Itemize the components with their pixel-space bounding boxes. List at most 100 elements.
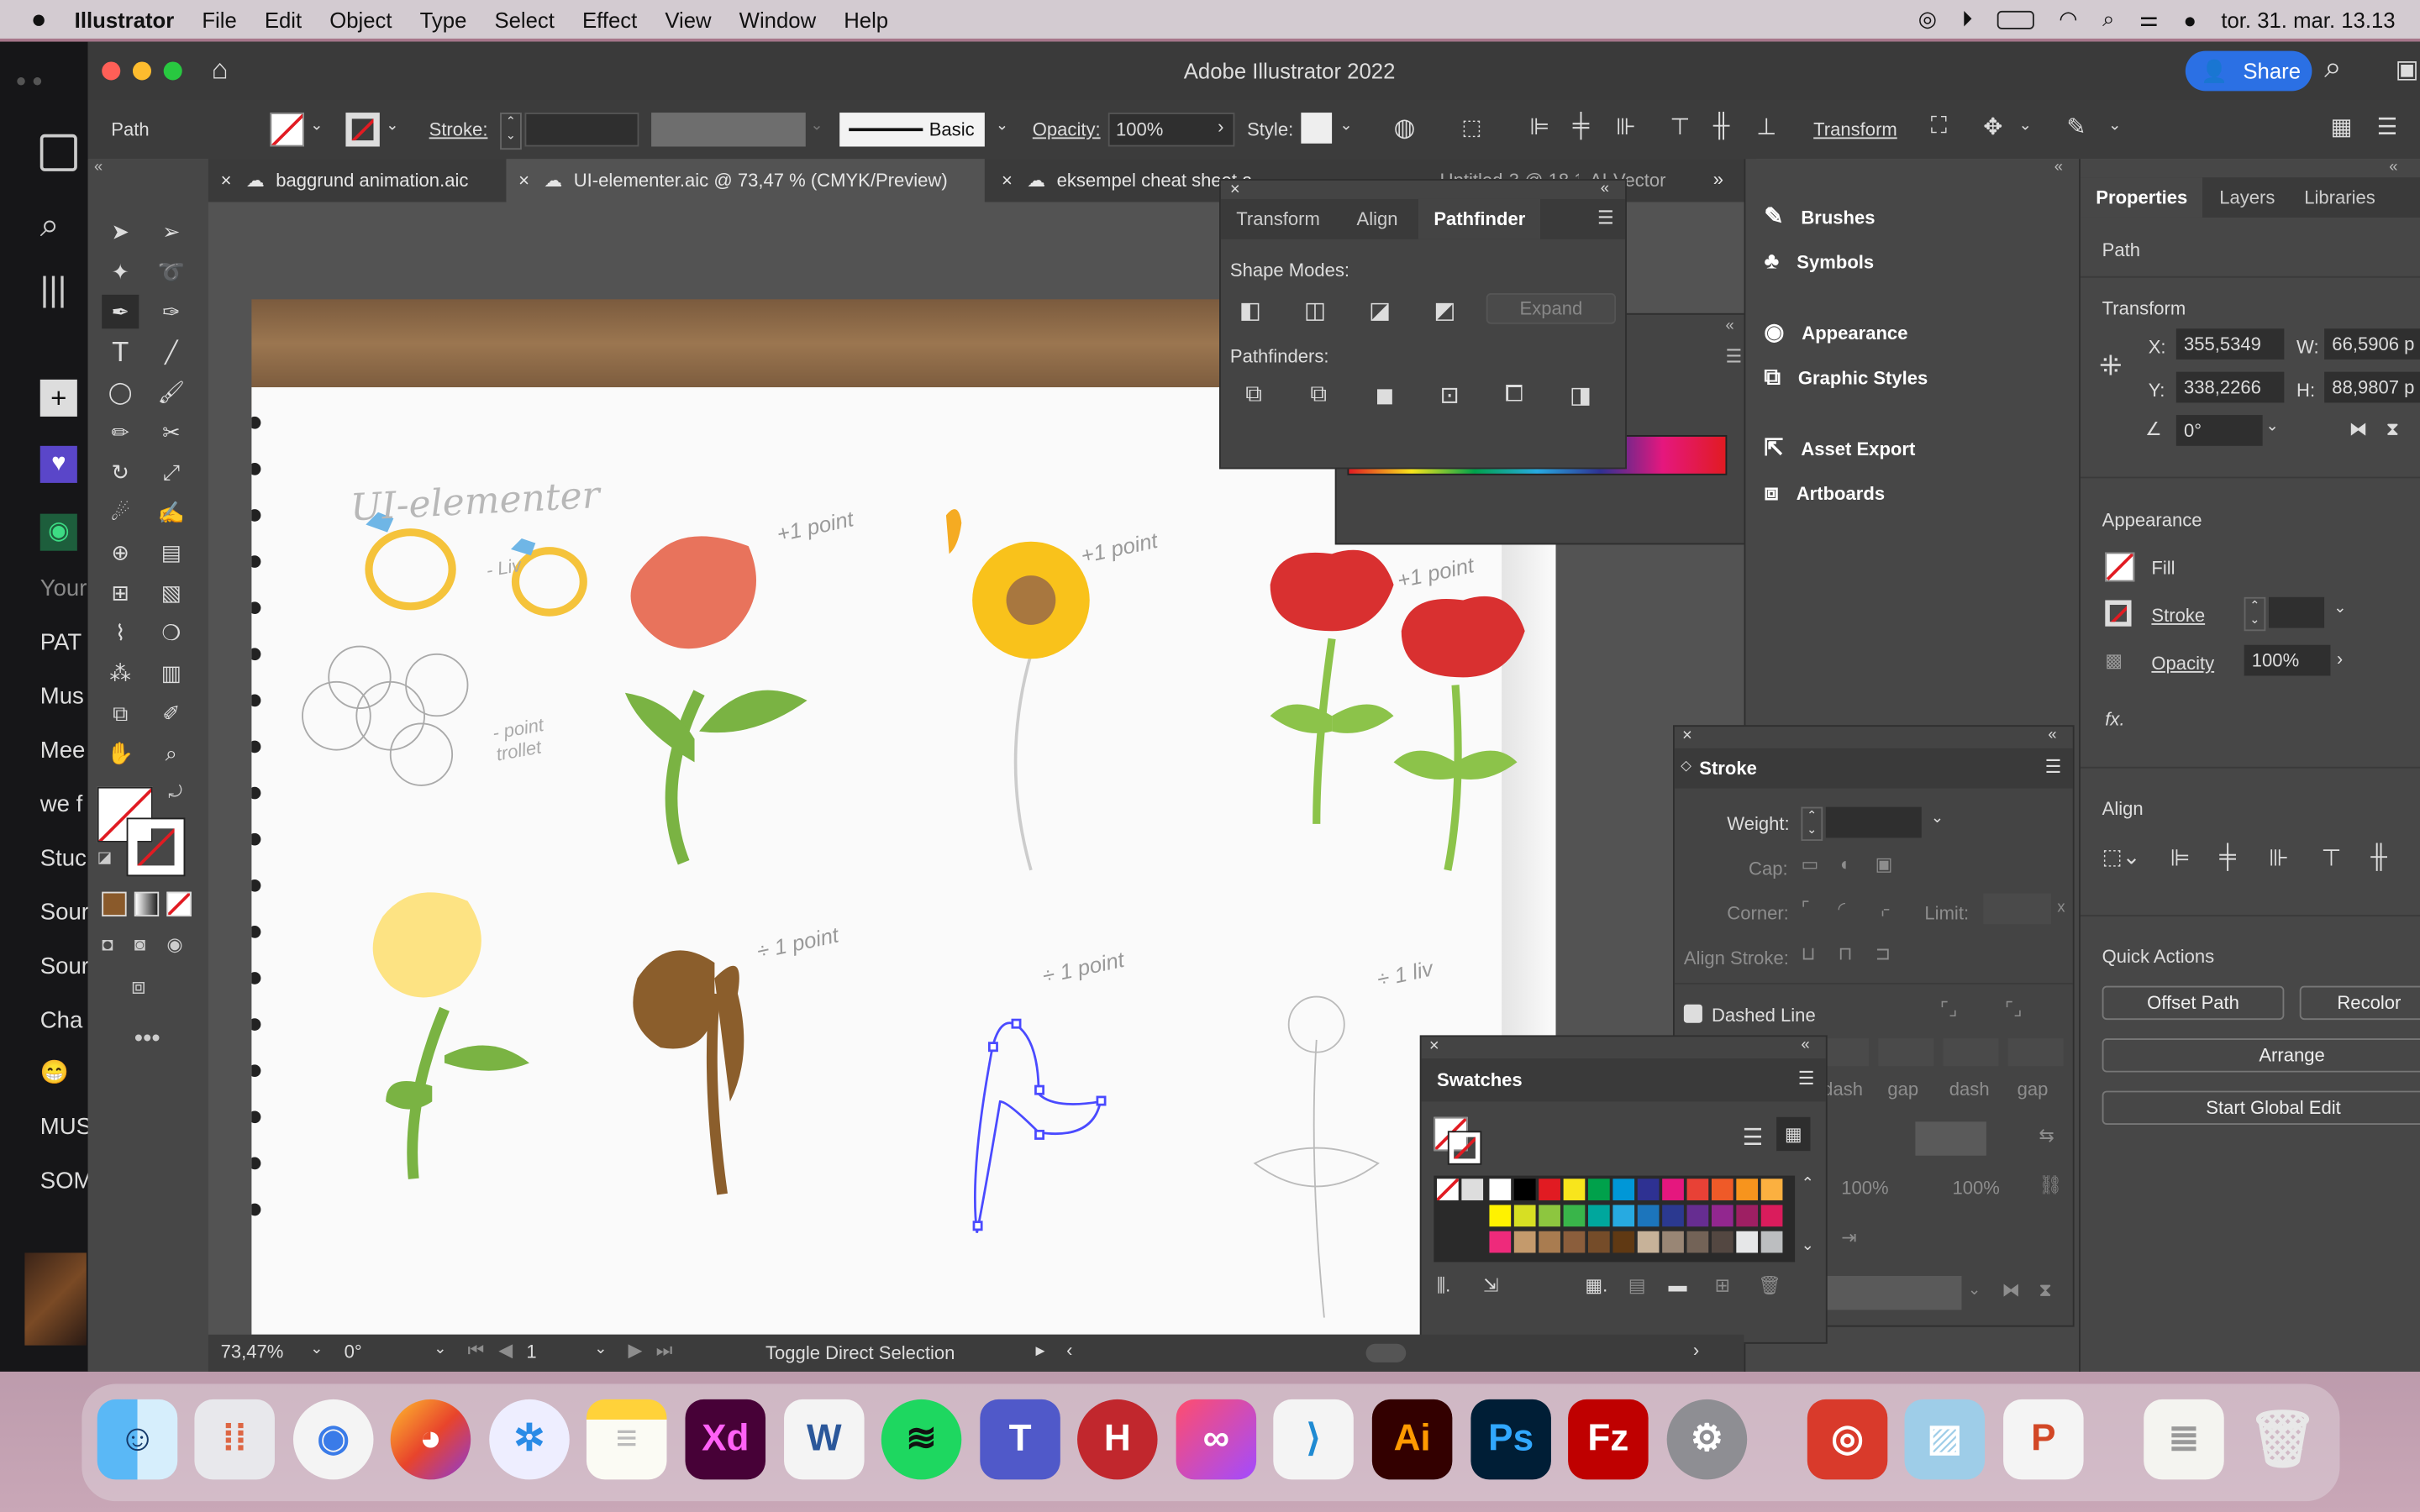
corner-bevel-icon[interactable]: ⌌ bbox=[1876, 898, 1891, 920]
dock-photo-booth-icon[interactable]: ◎ bbox=[1807, 1399, 1888, 1480]
color-swatch[interactable] bbox=[1539, 1179, 1560, 1200]
menu-view[interactable]: View bbox=[665, 7, 711, 31]
curvature-tool-icon[interactable]: ✑ bbox=[153, 295, 190, 328]
menu-window[interactable]: Window bbox=[739, 7, 816, 31]
color-swatch[interactable] bbox=[1563, 1231, 1586, 1253]
ellipse-tool-icon[interactable]: ◯ bbox=[102, 375, 139, 408]
color-swatch[interactable] bbox=[1711, 1179, 1733, 1200]
align-bottom-icon[interactable]: ⊥ bbox=[1756, 113, 1776, 140]
panel-symbols[interactable]: ♣ Symbols bbox=[1764, 249, 1874, 275]
color-swatch[interactable] bbox=[1489, 1205, 1512, 1227]
gradient-mode-icon[interactable] bbox=[134, 891, 160, 917]
panel-menu-icon[interactable]: ☰ bbox=[2045, 756, 2062, 778]
menubar-clock[interactable]: tor. 31. mar. 13.13 bbox=[2221, 7, 2395, 31]
dock-vscode-icon[interactable]: ⟩ bbox=[1273, 1399, 1354, 1480]
panel-brushes[interactable]: ✎ Brushes bbox=[1764, 202, 1875, 229]
prev-artboard-icon[interactable]: ◀ bbox=[498, 1339, 513, 1361]
tab-pathfinder[interactable]: Pathfinder bbox=[1418, 198, 1541, 239]
blend-tool-icon[interactable]: ❍ bbox=[153, 616, 190, 649]
share-button[interactable]: 👤 Share bbox=[2185, 50, 2312, 92]
dock-filezilla-icon[interactable]: Fz bbox=[1568, 1399, 1649, 1480]
align-to-icon[interactable]: ⬚⌄ bbox=[2102, 844, 2141, 870]
fill-swatch[interactable] bbox=[270, 113, 304, 147]
tab-libraries[interactable]: Libraries bbox=[2304, 177, 2375, 218]
pen-tool-icon[interactable]: ✒ bbox=[102, 294, 139, 329]
color-swatch[interactable] bbox=[1563, 1179, 1586, 1200]
battery-icon[interactable] bbox=[1996, 9, 2034, 29]
stroke-label[interactable]: Stroke: bbox=[429, 118, 488, 140]
list-item[interactable]: MUS bbox=[40, 1114, 92, 1140]
expand-options-icon[interactable]: ◇ bbox=[1681, 758, 1691, 774]
angle-chevron-icon[interactable]: ⌄ bbox=[2265, 418, 2278, 435]
color-swatch[interactable] bbox=[1539, 1231, 1560, 1253]
color-swatch[interactable] bbox=[1662, 1205, 1684, 1227]
swatch-scroll-up-icon[interactable]: ⌃ bbox=[1801, 1176, 1813, 1193]
creative-cloud-status-icon[interactable]: ◎ bbox=[1918, 6, 1937, 32]
dock-chrome-icon[interactable]: ◉ bbox=[292, 1399, 374, 1480]
color-swatch[interactable] bbox=[1489, 1179, 1512, 1200]
collapse-dock-icon[interactable]: « bbox=[2054, 159, 2063, 176]
isolate-icon[interactable]: ⛶ bbox=[1931, 113, 1947, 139]
list-item[interactable]: PAT bbox=[40, 629, 82, 655]
list-item[interactable]: 😁 bbox=[40, 1058, 69, 1086]
magic-wand-tool-icon[interactable]: ✦ bbox=[102, 255, 139, 288]
stroke-weight-field[interactable] bbox=[2269, 596, 2325, 628]
dock-finder-icon[interactable]: ☺ bbox=[97, 1399, 178, 1480]
add-icon[interactable]: + bbox=[39, 379, 77, 417]
color-swatch[interactable] bbox=[1612, 1179, 1635, 1200]
artboard-number-field[interactable]: 1 bbox=[526, 1341, 587, 1362]
none-swatch[interactable] bbox=[1437, 1179, 1459, 1200]
opacity-label[interactable]: Opacity bbox=[2151, 653, 2214, 675]
panel-menu-icon[interactable]: ☰ bbox=[1597, 207, 1614, 228]
hand-tool-icon[interactable]: ✋ bbox=[102, 736, 139, 769]
puppet-warp-icon[interactable]: ✥ bbox=[1983, 113, 2002, 140]
flip-across-icon[interactable]: ⧗ bbox=[2039, 1279, 2051, 1303]
zoom-field[interactable]: 73,47% bbox=[221, 1341, 311, 1365]
color-swatch[interactable] bbox=[1736, 1179, 1759, 1200]
variable-width-chevron-icon[interactable]: ⌄ bbox=[810, 118, 823, 134]
new-swatch-icon[interactable]: ⊞ bbox=[1715, 1274, 1730, 1296]
variable-width-dropdown[interactable] bbox=[651, 113, 806, 147]
list-view-icon[interactable]: ☰ bbox=[1743, 1123, 1764, 1151]
none-mode-icon[interactable] bbox=[166, 891, 192, 917]
brush-definition-dropdown[interactable]: Basic bbox=[839, 113, 985, 147]
align-center-stroke-icon[interactable]: ⊔ bbox=[1801, 942, 1815, 964]
expand-button[interactable]: Expand bbox=[1486, 292, 1617, 324]
corner-round-icon[interactable]: ◜ bbox=[1839, 898, 1846, 920]
workspace-switcher-icon[interactable]: ▣ bbox=[2396, 54, 2419, 85]
close-tab-icon[interactable]: × bbox=[518, 170, 529, 192]
profile-chevron-icon[interactable]: ⌄ bbox=[1968, 1282, 1981, 1299]
collapse-tools-icon[interactable]: « bbox=[94, 159, 103, 176]
list-item[interactable]: Cha bbox=[40, 1007, 83, 1033]
cap-square-icon[interactable]: ▣ bbox=[1876, 853, 1893, 875]
swap-arrowheads-icon[interactable]: ⇆ bbox=[2039, 1125, 2054, 1147]
stroke-color-box[interactable] bbox=[126, 817, 186, 877]
column-graph-tool-icon[interactable]: ▥ bbox=[153, 656, 190, 690]
cap-round-icon[interactable]: ◖ bbox=[1839, 853, 1849, 875]
w-field[interactable]: 66,5906 p bbox=[2324, 328, 2420, 360]
dash-preserve-icon[interactable]: ⌜⌟ bbox=[1940, 998, 1958, 1020]
status-menu-arrow-icon[interactable]: ▸ bbox=[1035, 1339, 1044, 1361]
gradient-tool-icon[interactable]: ▧ bbox=[153, 575, 190, 609]
y-field[interactable]: 338,2266 bbox=[2175, 371, 2285, 403]
arrange-button[interactable]: Arrange bbox=[2102, 1038, 2420, 1073]
cap-butt-icon[interactable]: ▭ bbox=[1801, 853, 1818, 875]
close-panel-icon[interactable]: × bbox=[1429, 1037, 1439, 1055]
dashed-line-checkbox[interactable] bbox=[1683, 1004, 1702, 1023]
color-swatch[interactable] bbox=[1612, 1205, 1635, 1227]
stroke-dropdown-chevron-icon[interactable]: ⌄ bbox=[386, 118, 398, 134]
siri-icon[interactable]: ● bbox=[2183, 7, 2196, 31]
dock-h-app-icon[interactable]: H bbox=[1077, 1399, 1158, 1480]
search-icon[interactable]: ⌕ bbox=[2324, 51, 2342, 87]
flip-vertical-icon[interactable]: ⧗ bbox=[2386, 418, 2399, 442]
new-color-group-icon[interactable]: ▬ bbox=[1669, 1274, 1687, 1296]
scissors-tool-icon[interactable]: ✂ bbox=[153, 415, 190, 449]
color-swatch[interactable] bbox=[1760, 1179, 1783, 1200]
draw-normal-icon[interactable]: ◘ bbox=[102, 933, 113, 955]
dock-spotify-icon[interactable]: ≋ bbox=[881, 1399, 962, 1480]
align-to-icon[interactable]: ⬚ bbox=[1461, 114, 1481, 140]
doc-tab-active[interactable]: × ☁ UI-elementer.aic @ 73,47 % (CMYK/Pre… bbox=[506, 159, 985, 202]
direct-selection-tool-icon[interactable]: ➢ bbox=[153, 214, 190, 248]
align-right-icon[interactable]: ⊪ bbox=[2269, 844, 2289, 872]
dock-firefox-icon[interactable]: ◕ bbox=[390, 1399, 471, 1480]
